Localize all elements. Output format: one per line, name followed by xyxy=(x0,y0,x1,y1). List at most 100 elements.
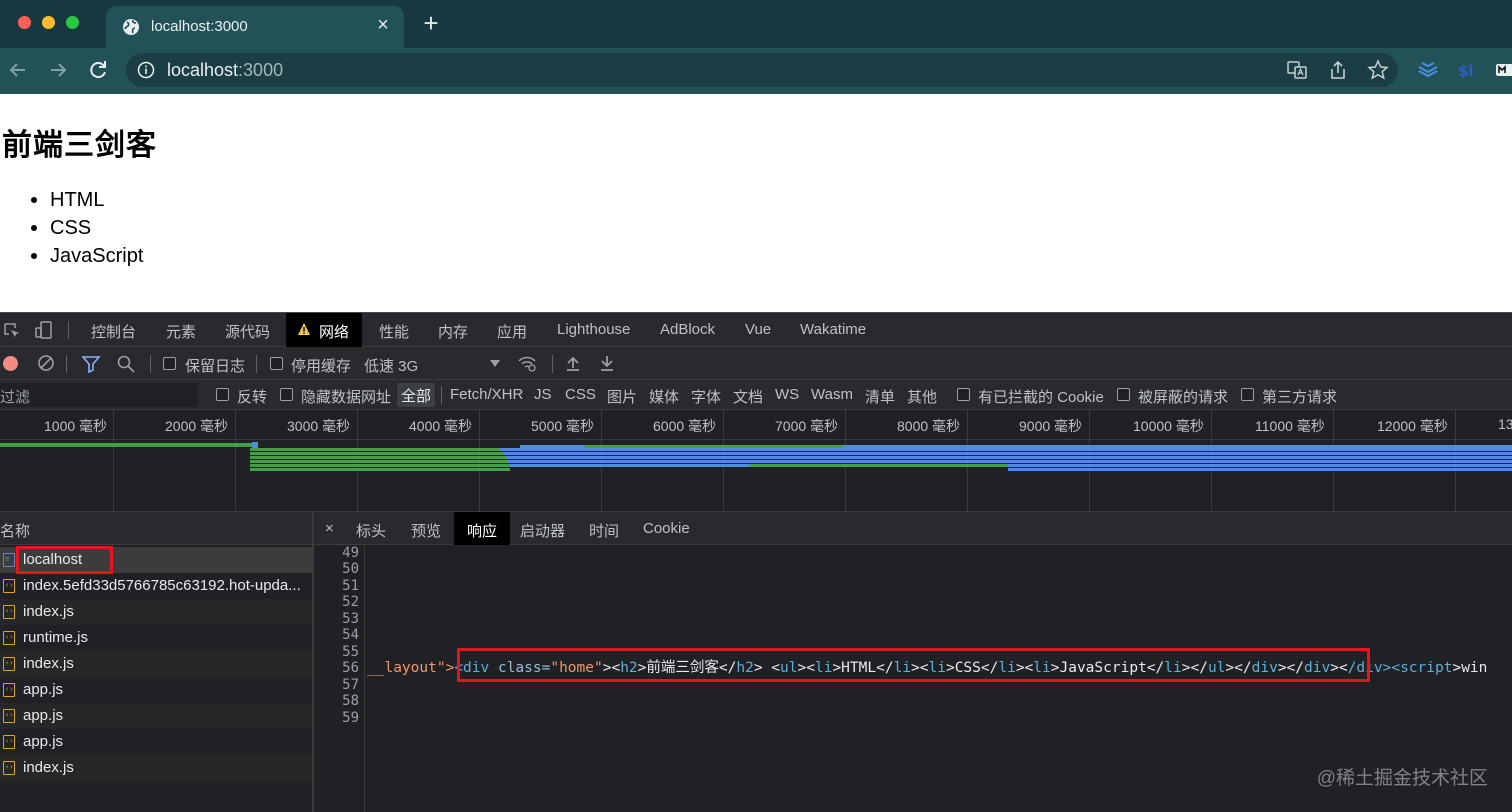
filter-type-js[interactable]: JS xyxy=(534,386,552,403)
network-overview-timeline[interactable]: 1000 毫秒 2000 毫秒 3000 毫秒 4000 毫秒 5000 毫秒 … xyxy=(0,410,1512,512)
third-party-label: 第三方请求 xyxy=(1262,389,1338,406)
clear-icon[interactable] xyxy=(36,353,56,373)
preserve-log-checkbox[interactable] xyxy=(163,357,176,370)
reload-icon[interactable] xyxy=(86,58,110,82)
tab-adblock[interactable]: AdBlock xyxy=(660,321,715,338)
name-column-header[interactable]: 名称 xyxy=(0,520,30,541)
table-row[interactable]: ‹› index.js xyxy=(0,651,312,677)
line-number: 53 xyxy=(342,611,359,627)
table-row[interactable]: ‹› app.js xyxy=(0,703,312,729)
tab-vue[interactable]: Vue xyxy=(745,321,771,338)
bullet xyxy=(31,253,37,259)
filter-input[interactable]: 过滤 xyxy=(0,383,198,407)
filter-icon[interactable] xyxy=(81,354,101,374)
tab-network[interactable]: 网络 xyxy=(286,313,363,347)
tab-application[interactable]: 应用 xyxy=(497,321,527,342)
extension-layers-icon[interactable] xyxy=(1416,58,1440,82)
tab-console[interactable]: 控制台 xyxy=(91,321,136,342)
filter-type-doc[interactable]: 文档 xyxy=(733,386,763,407)
network-conditions-icon[interactable] xyxy=(517,353,537,373)
filter-type-font[interactable]: 字体 xyxy=(691,386,721,407)
filter-type-fetch-xhr[interactable]: Fetch/XHR xyxy=(450,386,523,403)
device-toolbar-icon[interactable] xyxy=(34,320,54,340)
line-number: 56 xyxy=(342,660,359,676)
extension-markdown-icon[interactable] xyxy=(1494,58,1512,82)
script-file-icon: ‹› xyxy=(3,631,15,645)
tick-label: 5000 毫秒 xyxy=(531,418,595,434)
filter-type-ws[interactable]: WS xyxy=(775,386,799,403)
line-number: 55 xyxy=(342,644,359,660)
filter-type-wasm[interactable]: Wasm xyxy=(811,386,853,403)
tick-label: 6000 毫秒 xyxy=(653,418,717,434)
tab-elements[interactable]: 元素 xyxy=(166,321,196,342)
third-party-checkbox[interactable] xyxy=(1241,388,1254,401)
request-bar xyxy=(510,464,1512,467)
grid-line xyxy=(235,410,236,512)
request-bar xyxy=(933,452,1512,455)
tab-lighthouse[interactable]: Lighthouse xyxy=(557,321,630,338)
filter-type-all[interactable]: 全部 xyxy=(397,383,436,407)
filter-type-other[interactable]: 其他 xyxy=(907,386,937,407)
inspect-element-icon[interactable] xyxy=(2,321,22,341)
preserve-log-label: 保留日志 xyxy=(185,358,246,375)
tab-response[interactable]: 响应 xyxy=(454,512,511,545)
request-list: 名称 ≡ localhost ‹› index.5efd33d5766785c6… xyxy=(0,512,314,812)
upload-icon[interactable] xyxy=(563,353,583,373)
share-icon[interactable] xyxy=(1327,59,1349,81)
tab-performance[interactable]: 性能 xyxy=(379,321,409,342)
back-icon[interactable] xyxy=(6,58,30,82)
invert-checkbox[interactable] xyxy=(216,388,229,401)
browser-tab[interactable]: localhost:3000 × xyxy=(106,6,404,48)
blocked-cookies-checkbox[interactable] xyxy=(957,388,970,401)
new-tab-button[interactable]: + xyxy=(421,10,441,36)
extension-si-icon[interactable]: $i xyxy=(1456,58,1480,82)
table-row[interactable]: ‹› index.js xyxy=(0,755,312,781)
table-row[interactable]: ‹› app.js xyxy=(0,729,312,755)
close-window-button[interactable] xyxy=(18,16,31,29)
tab-sources[interactable]: 源代码 xyxy=(225,321,270,342)
tick-label: 10000 毫秒 xyxy=(1133,418,1204,434)
tab-initiator[interactable]: 启动器 xyxy=(520,520,565,541)
table-row[interactable]: ‹› app.js xyxy=(0,677,312,703)
tab-wakatime[interactable]: Wakatime xyxy=(800,321,866,338)
record-button[interactable] xyxy=(3,356,18,371)
filter-type-media[interactable]: 媒体 xyxy=(649,386,679,407)
tab-title: localhost:3000 xyxy=(151,18,248,35)
disable-cache-checkbox[interactable] xyxy=(270,357,283,370)
request-bar xyxy=(0,443,252,447)
info-icon[interactable] xyxy=(137,61,155,79)
tick-label: 4000 毫秒 xyxy=(409,418,473,434)
forward-icon[interactable] xyxy=(46,58,70,82)
close-detail-icon[interactable]: × xyxy=(325,520,334,537)
line-number: 59 xyxy=(342,710,359,726)
download-icon[interactable] xyxy=(597,353,617,373)
tech-list: HTML CSS JavaScript xyxy=(31,186,143,270)
divider xyxy=(441,386,442,404)
request-bar xyxy=(250,448,500,451)
divider xyxy=(256,355,257,373)
blocked-requests-checkbox[interactable] xyxy=(1117,388,1130,401)
throttling-select[interactable]: 低速 3G xyxy=(364,351,500,375)
table-row[interactable]: ‹› runtime.js xyxy=(0,625,312,651)
filter-type-img[interactable]: 图片 xyxy=(607,386,637,407)
zoom-window-button[interactable] xyxy=(66,16,79,29)
tab-preview[interactable]: 预览 xyxy=(411,520,441,541)
table-row[interactable]: ‹› index.5efd33d5766785c63192.hot-upda..… xyxy=(0,573,312,599)
tab-memory[interactable]: 内存 xyxy=(438,321,468,342)
tab-close-icon[interactable]: × xyxy=(374,15,392,35)
tab-timing[interactable]: 时间 xyxy=(589,520,619,541)
bookmark-star-icon[interactable] xyxy=(1367,59,1389,81)
minimize-window-button[interactable] xyxy=(42,16,55,29)
tab-cookies[interactable]: Cookie xyxy=(643,520,690,537)
request-name: app.js xyxy=(23,681,64,698)
search-icon[interactable] xyxy=(116,354,136,374)
translate-icon[interactable] xyxy=(1286,59,1308,81)
table-row[interactable]: ‹› index.js xyxy=(0,599,312,625)
filter-type-manifest[interactable]: 清单 xyxy=(865,386,895,407)
code-token: script xyxy=(1400,660,1453,676)
tab-headers[interactable]: 标头 xyxy=(356,520,386,541)
hide-data-urls-checkbox[interactable] xyxy=(280,388,293,401)
address-bar[interactable]: localhost:3000 xyxy=(126,53,1398,87)
filter-type-css[interactable]: CSS xyxy=(565,386,596,403)
detail-tabbar: × 标头 预览 响应 启动器 时间 Cookie xyxy=(314,512,1512,545)
